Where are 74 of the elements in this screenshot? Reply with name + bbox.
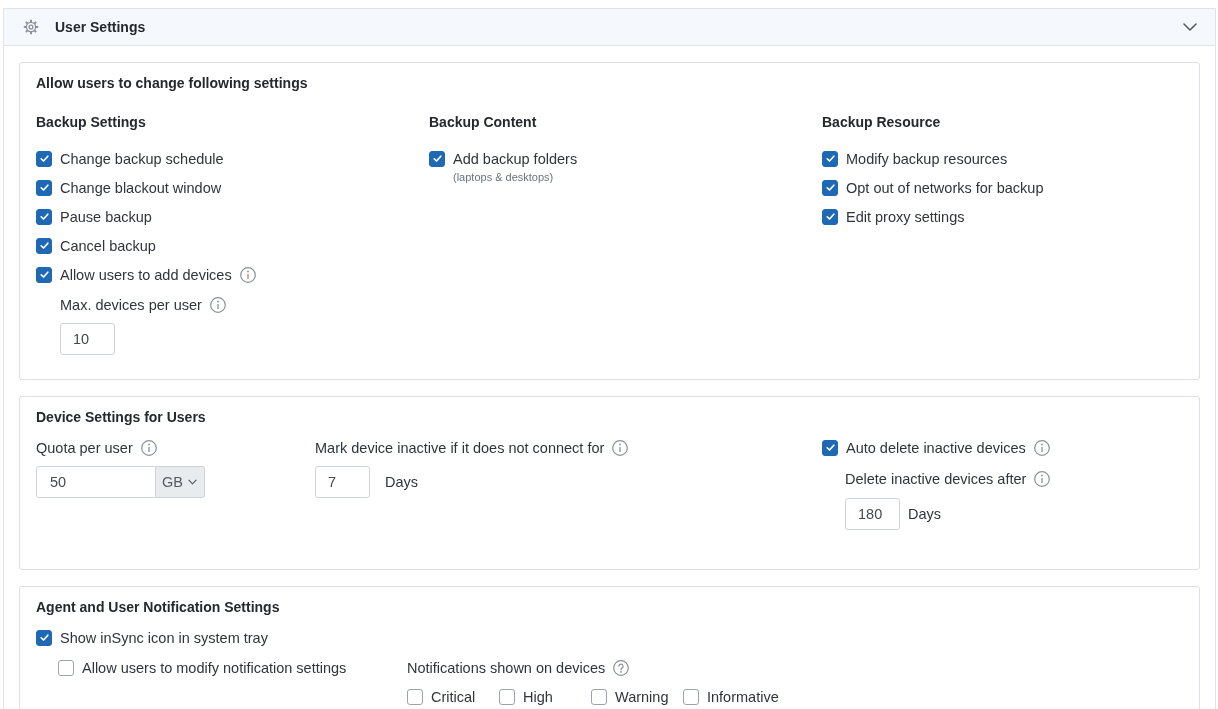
panel-title: User Settings: [55, 18, 146, 37]
checkbox-label: Opt out of networks for backup: [846, 179, 1044, 198]
field-label: Mark device inactive if it does not connect for: [315, 439, 605, 458]
checkbox-label: Pause backup: [60, 208, 152, 227]
field-label: Quota per user: [36, 439, 133, 458]
checkbox[interactable]: [822, 440, 838, 456]
check-icon: [39, 213, 49, 221]
section-title: Device Settings for Users: [36, 408, 207, 427]
input-field[interactable]: 180: [845, 498, 900, 530]
checkbox-label: Allow users to modify notification settings: [82, 659, 347, 678]
info-icon[interactable]: [612, 440, 629, 456]
check-icon: [39, 242, 49, 250]
checkbox[interactable]: [36, 209, 52, 225]
check-icon: [825, 184, 835, 192]
checkbox-label: High: [523, 688, 553, 707]
checkbox[interactable]: [822, 180, 838, 196]
checkbox-label: Change backup schedule: [60, 150, 224, 169]
checkbox[interactable]: [407, 689, 423, 705]
info-icon[interactable]: [239, 267, 256, 283]
checkbox[interactable]: [58, 660, 74, 676]
checkbox[interactable]: [36, 267, 52, 283]
checkbox[interactable]: [36, 151, 52, 167]
column-heading: Backup Content: [429, 113, 538, 132]
field-label: Notifications shown on devices: [407, 659, 606, 678]
check-icon: [39, 184, 49, 192]
checkbox[interactable]: [683, 689, 699, 705]
checkbox-label: Change blackout window: [60, 179, 222, 198]
checkbox-label: Cancel backup: [60, 237, 156, 256]
checkbox-label: Auto delete inactive devices: [846, 439, 1026, 458]
checkbox-label: Warning: [615, 688, 669, 707]
checkbox[interactable]: [822, 151, 838, 167]
checkbox[interactable]: [429, 151, 445, 167]
unit-label: Days: [385, 473, 419, 492]
column-heading: Backup Settings: [36, 113, 147, 132]
check-icon: [825, 444, 835, 452]
info-icon[interactable]: [1034, 471, 1051, 487]
chevron-down-icon[interactable]: [1183, 23, 1197, 31]
unit-label: Days: [908, 505, 942, 524]
checkbox[interactable]: [36, 630, 52, 646]
field-label: Max. devices per user: [60, 296, 202, 315]
check-icon: [39, 271, 49, 279]
check-icon: [39, 634, 49, 642]
input-field[interactable]: 7: [315, 466, 370, 498]
settings-icon: [23, 19, 39, 35]
hint-text: (laptops & desktops): [452, 170, 555, 184]
check-icon: [825, 155, 835, 163]
checkbox-label: Critical: [431, 688, 476, 707]
checkbox-label: Show inSync icon in system tray: [60, 629, 268, 648]
column-heading: Backup Resource: [822, 113, 942, 132]
checkbox-label: Add backup folders: [453, 150, 578, 169]
input-field[interactable]: 10: [60, 323, 115, 355]
panel-header[interactable]: User Settings: [4, 9, 1215, 46]
checkbox-label: Informative: [707, 688, 779, 707]
info-icon[interactable]: [140, 440, 157, 456]
checkbox-label: Allow users to add devices: [60, 266, 232, 285]
chevron-down-icon: [187, 479, 197, 485]
check-icon: [39, 155, 49, 163]
section-title: Allow users to change following settings: [36, 74, 309, 93]
checkbox[interactable]: [822, 209, 838, 225]
checkbox-label: Edit proxy settings: [846, 208, 965, 227]
field-label: Delete inactive devices after: [845, 470, 1027, 489]
checkbox-label: Modify backup resources: [846, 150, 1008, 169]
check-icon: [825, 213, 835, 221]
section-title: Agent and User Notification Settings: [36, 598, 281, 617]
checkbox[interactable]: [591, 689, 607, 705]
help-icon[interactable]: [613, 660, 630, 676]
unit-dropdown[interactable]: GB: [156, 466, 205, 498]
input-field[interactable]: 50: [36, 466, 156, 498]
info-icon[interactable]: [209, 297, 226, 313]
checkbox[interactable]: [36, 238, 52, 254]
checkbox[interactable]: [499, 689, 515, 705]
check-icon: [432, 155, 442, 163]
info-icon[interactable]: [1033, 440, 1050, 456]
checkbox[interactable]: [36, 180, 52, 196]
